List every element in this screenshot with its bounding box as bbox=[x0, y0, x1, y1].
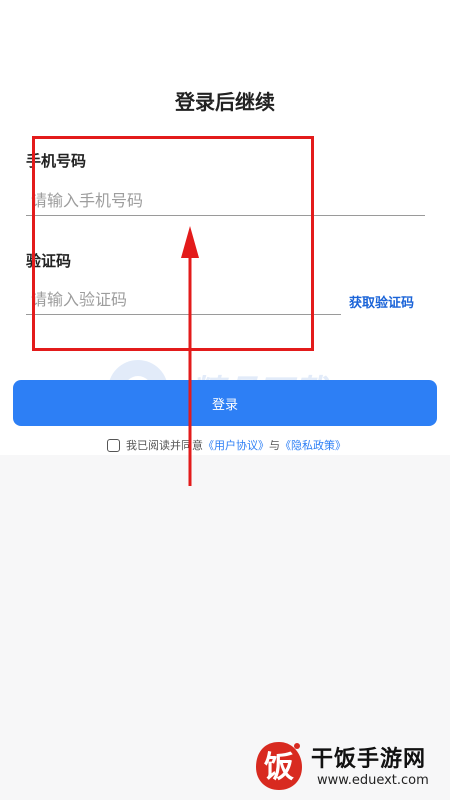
site-logo-char: 饭 bbox=[264, 750, 294, 785]
site-name: 干饭手游网 bbox=[311, 747, 427, 772]
site-logo-icon: 饭 bbox=[256, 742, 302, 790]
annotation-arrow-icon bbox=[181, 226, 199, 486]
site-url: www.eduext.com bbox=[317, 773, 429, 788]
